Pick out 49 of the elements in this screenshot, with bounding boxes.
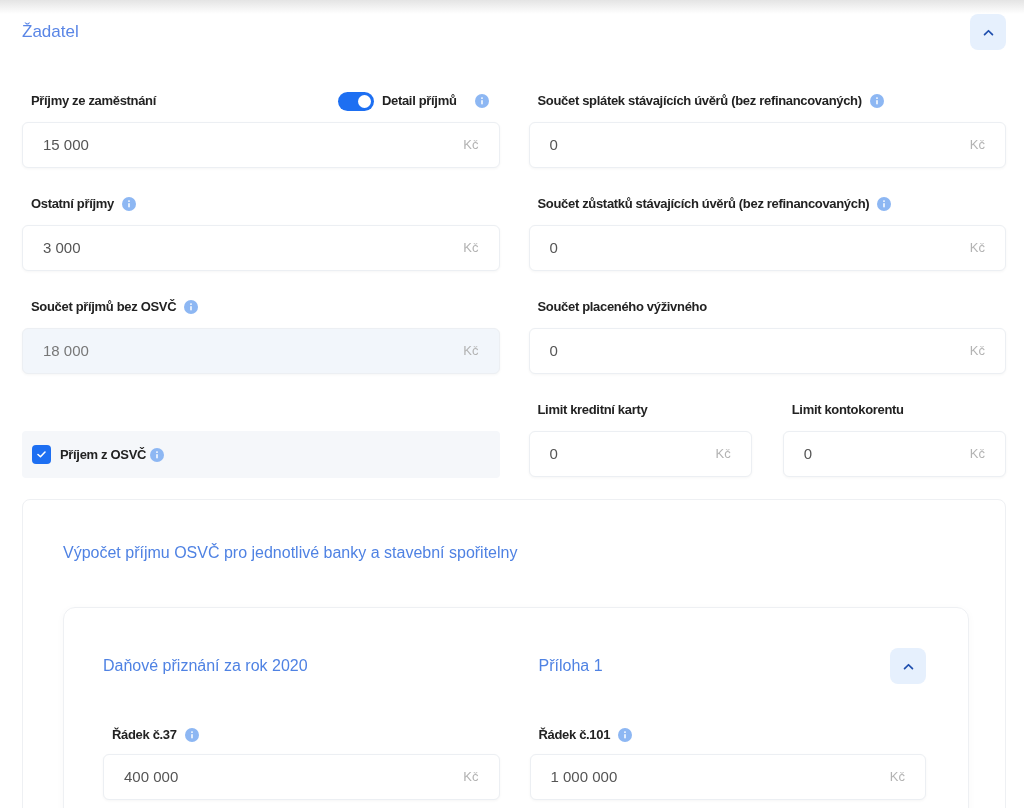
collapse-button[interactable] <box>970 14 1006 50</box>
amount-field[interactable]: 15 000 Kč <box>22 122 500 168</box>
field-label: Součet placeného výživného <box>537 298 707 317</box>
card-title: Příloha 1 <box>538 656 603 676</box>
checkmark-icon <box>37 451 46 458</box>
info-icon[interactable] <box>877 197 892 211</box>
checkbox-label: Příjem z OSVČ <box>60 445 147 464</box>
currency-unit: Kč <box>969 342 985 361</box>
currency-unit: Kč <box>463 136 479 155</box>
field-label: Součet zůstatků stávajících úvěrů (bez refinancovaných) <box>537 195 870 214</box>
field-label: Součet splátek stávajících úvěrů (bez refinancovaných) <box>537 92 862 111</box>
currency-unit: Kč <box>969 136 985 155</box>
collapse-button[interactable] <box>890 648 926 684</box>
amount-field[interactable]: 3 000 Kč <box>22 225 500 271</box>
toggle-label: Detail příjmů <box>382 92 457 111</box>
toggle-switch[interactable] <box>338 91 374 111</box>
section-title: Žadatel <box>22 21 79 44</box>
currency-unit: Kč <box>463 342 479 361</box>
info-icon[interactable] <box>150 447 165 462</box>
info-icon[interactable] <box>184 728 199 742</box>
currency-unit: Kč <box>463 768 479 787</box>
info-icon[interactable] <box>869 94 884 108</box>
card-title: Daňové přiznání za rok 2020 <box>103 656 308 676</box>
currency-unit: Kč <box>715 445 731 464</box>
amount-field[interactable]: 1 000 000 Kč <box>529 754 926 800</box>
amount-field[interactable]: 0 Kč <box>528 225 1006 271</box>
amount-field[interactable]: 0 Kč <box>528 328 1006 374</box>
field-label: Součet příjmů bez OSVČ <box>31 298 177 317</box>
amount-field[interactable]: 400 000 Kč <box>103 754 500 800</box>
amount-field[interactable]: 0 Kč <box>528 431 752 477</box>
chevron-up-icon <box>902 662 914 670</box>
info-icon[interactable] <box>121 197 136 211</box>
info-icon[interactable] <box>618 728 633 742</box>
field-label: Limit kontokorentu <box>791 401 904 420</box>
field-label: Limit kreditní karty <box>537 401 648 420</box>
currency-unit: Kč <box>463 239 479 258</box>
chevron-up-icon <box>982 28 994 36</box>
field-label: Řádek č.37 <box>112 726 177 745</box>
field-label: Ostatní příjmy <box>31 195 114 214</box>
field-label: Příjmy ze zaměstnání <box>31 92 156 111</box>
currency-unit: Kč <box>969 239 985 258</box>
amount-field[interactable]: 0 Kč <box>528 122 1006 168</box>
currency-unit: Kč <box>889 768 905 787</box>
card-title: Výpočet příjmu OSVČ pro jednotlivé banky a stavební spořitelny <box>63 542 518 563</box>
currency-unit: Kč <box>969 445 985 464</box>
info-icon[interactable] <box>474 94 489 108</box>
amount-field[interactable]: 0 Kč <box>782 431 1006 477</box>
checkbox[interactable] <box>32 445 51 464</box>
field-label: Řádek č.101 <box>538 726 611 745</box>
